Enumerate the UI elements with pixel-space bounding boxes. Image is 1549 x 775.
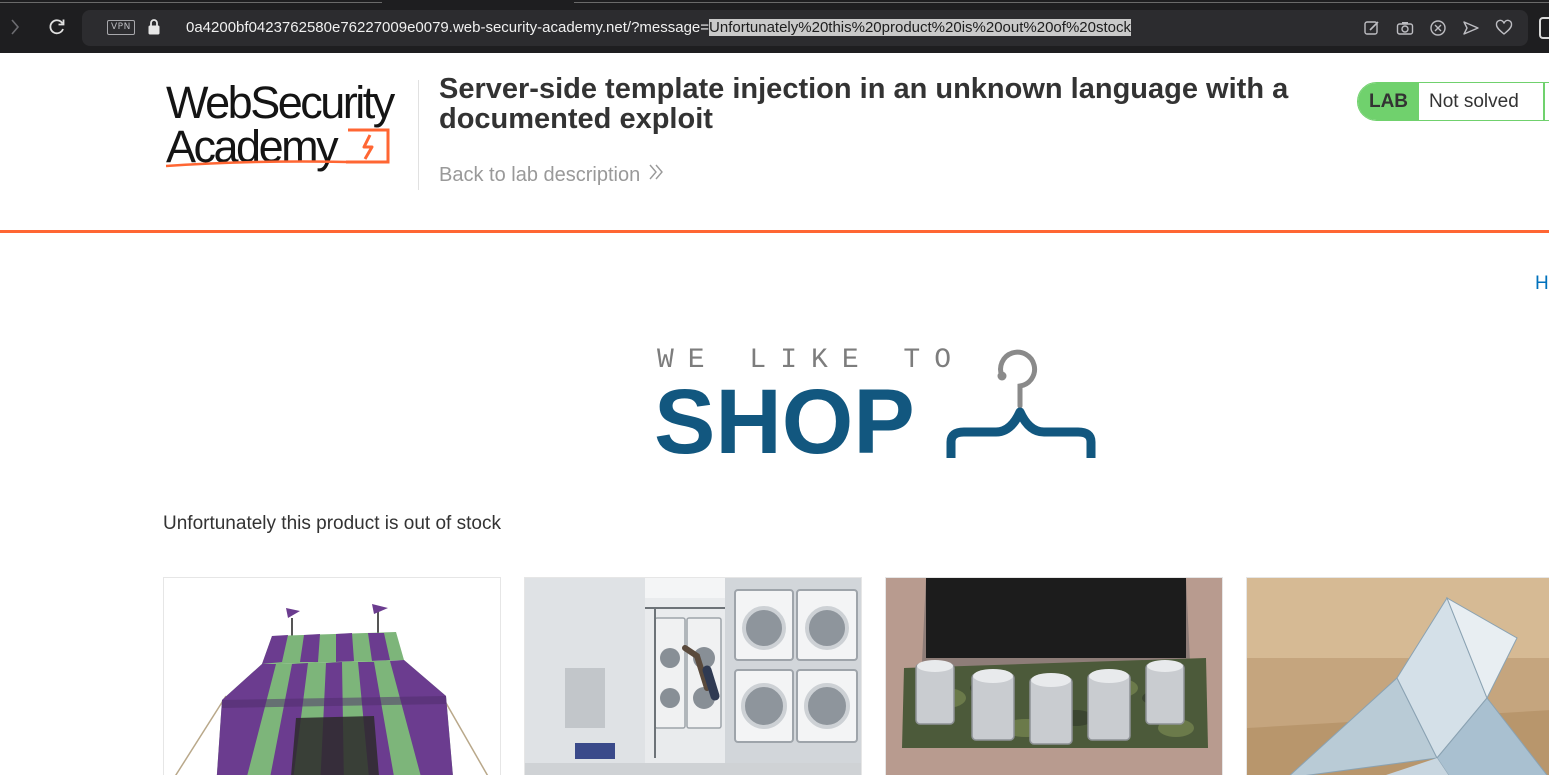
address-bar[interactable]: VPN 0a4200bf0423762580e76227009e0079.web… (82, 10, 1528, 46)
product-card[interactable] (163, 577, 501, 775)
back-to-lab-description-link[interactable]: Back to lab description (439, 163, 664, 187)
home-link[interactable]: H (1535, 273, 1549, 295)
lab-status-edge (1543, 83, 1545, 120)
sidebar-icon[interactable] (1539, 17, 1549, 39)
back-link-label: Back to lab description (439, 164, 641, 186)
block-icon[interactable] (1427, 17, 1448, 38)
send-icon[interactable] (1460, 17, 1481, 38)
camera-icon[interactable] (1394, 17, 1415, 38)
product-card[interactable] (524, 577, 862, 775)
tab-strip-left (0, 0, 382, 3)
header-rule (0, 230, 1549, 233)
url-text[interactable]: 0a4200bf0423762580e76227009e0079.web-sec… (186, 18, 1131, 38)
lab-title: Server-side template injection in an unk… (439, 73, 1289, 135)
header-divider (418, 80, 419, 190)
back-arrow-icon[interactable] (2, 14, 28, 40)
lab-status-text: Not solved (1429, 91, 1519, 112)
heart-icon[interactable] (1493, 17, 1514, 38)
tab-strip-right (574, 0, 1549, 3)
laundromat-image (525, 578, 861, 775)
double-chevron-right-icon (648, 163, 664, 187)
lab-badge: LAB (1358, 83, 1419, 120)
vpn-badge[interactable]: VPN (107, 20, 135, 35)
edit-icon[interactable] (1361, 17, 1382, 38)
shop-banner: WE LIKE TO SHOP (654, 346, 1096, 473)
stock-message: Unfortunately this product is out of sto… (163, 513, 501, 534)
logo-bolt-icon (166, 128, 390, 168)
paper-boat-image (1247, 578, 1549, 775)
product-grid (163, 577, 1549, 775)
lab-status-widget: LAB Not solved (1357, 82, 1549, 121)
url-selected-query: Unfortunately%20this%20product%20is%20ou… (709, 19, 1131, 36)
beer-belt-image (886, 578, 1222, 775)
browser-toolbar: VPN 0a4200bf0423762580e76227009e0079.web… (0, 0, 1549, 53)
product-card[interactable] (1246, 577, 1549, 775)
web-security-academy-logo[interactable]: WebSecurity Academy (166, 80, 416, 172)
striped-tent-image (164, 578, 500, 775)
product-card[interactable] (885, 577, 1223, 775)
banner-word: SHOP (654, 371, 915, 473)
hanger-icon (946, 349, 1096, 458)
reload-icon[interactable] (44, 14, 70, 40)
url-host: 0a4200bf0423762580e76227009e0079.web-sec… (186, 19, 710, 36)
lock-icon[interactable] (147, 18, 161, 41)
